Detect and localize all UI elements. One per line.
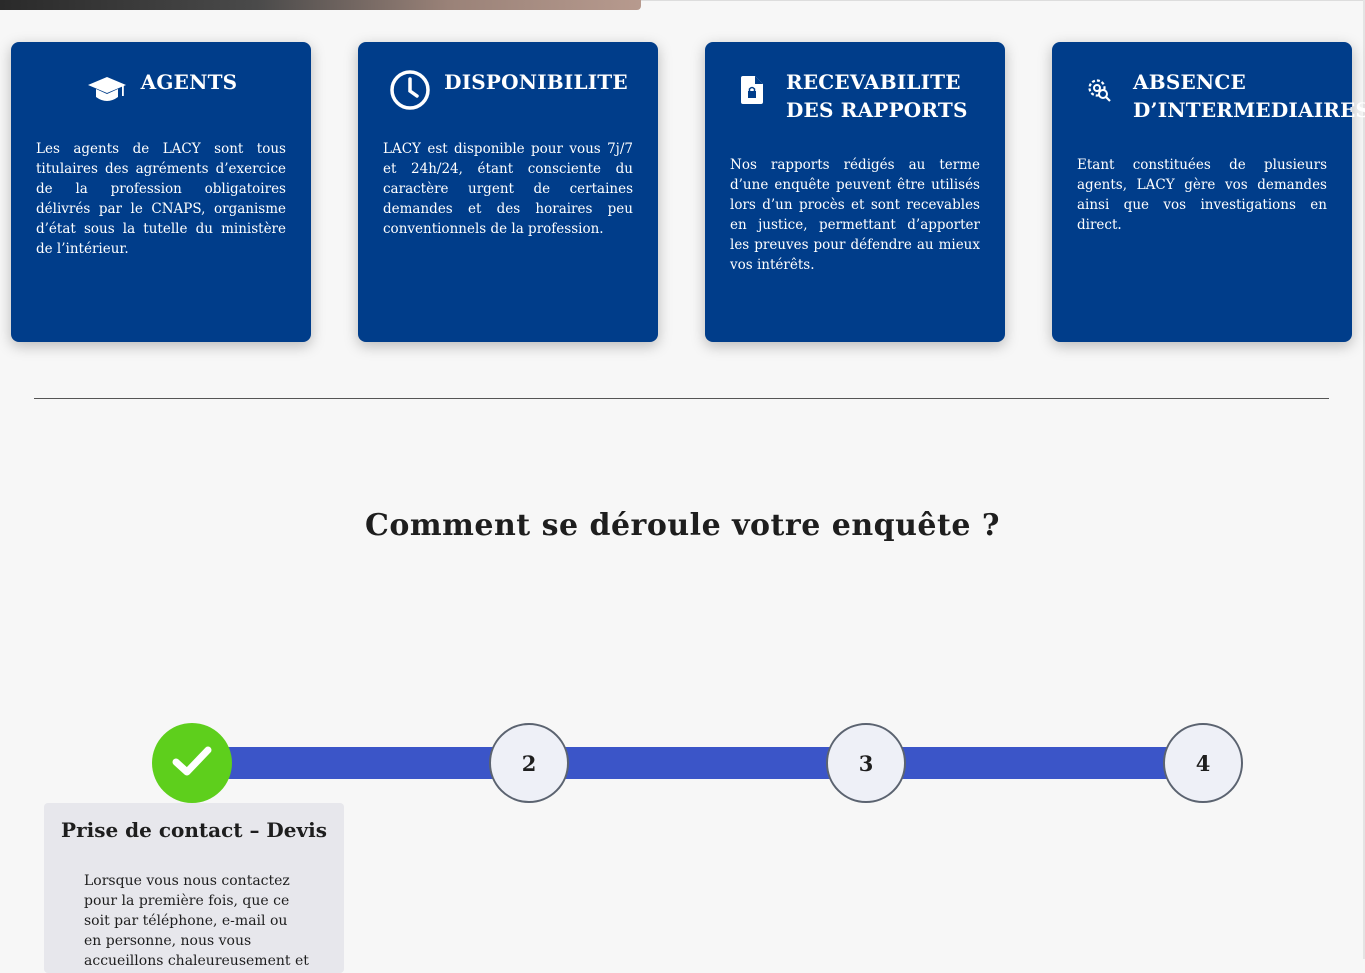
card-title: ABSENCE D’INTERMEDIAIRES xyxy=(1133,70,1365,122)
step-detail-text: Lorsque vous nous contactez pour la prem… xyxy=(84,873,309,969)
feature-card-recevabilite: RECEVABILITE DES RAPPORTS Nos rapports r… xyxy=(705,42,1005,342)
card-text: LACY est disponible pour vous 7j/7 et 24… xyxy=(383,141,633,237)
section-divider xyxy=(34,398,1329,399)
file-lock-icon xyxy=(730,68,774,112)
feature-card-disponibilite: DISPONIBILITE LACY est disponible pour v… xyxy=(358,42,658,342)
top-border xyxy=(641,0,1365,1)
step-detail-title: Prise de contact – Devis xyxy=(61,818,327,842)
process-step-2[interactable]: 2 xyxy=(489,723,569,803)
card-text: Nos rapports rédigés au terme d’une enqu… xyxy=(730,157,980,273)
card-header: ABSENCE D’INTERMEDIAIRES xyxy=(1077,68,1365,124)
process-step-3[interactable]: 3 xyxy=(826,723,906,803)
card-title: RECEVABILITE DES RAPPORTS xyxy=(786,70,968,122)
step-number: 3 xyxy=(858,750,874,776)
card-title: DISPONIBILITE xyxy=(444,70,628,94)
gear-search-icon xyxy=(1077,68,1121,112)
process-track xyxy=(190,747,1200,779)
card-header: DISPONIBILITE xyxy=(358,68,658,112)
feature-card-agents: AGENTS Les agents de LACY sont tous titu… xyxy=(11,42,311,342)
clock-icon xyxy=(388,68,432,112)
process-step-1[interactable] xyxy=(152,723,232,803)
check-icon xyxy=(172,745,212,782)
hero-image-strip xyxy=(0,0,641,10)
step-number: 4 xyxy=(1195,750,1211,776)
graduation-cap-icon xyxy=(85,68,129,112)
feature-card-absence-intermediaires: ABSENCE D’INTERMEDIAIRES Etant constitué… xyxy=(1052,42,1365,342)
step-detail-panel: Prise de contact – Devis Lorsque vous no… xyxy=(44,803,344,973)
card-text: Les agents de LACY sont tous titulaires … xyxy=(36,141,286,257)
process-title: Comment se déroule votre enquête ? xyxy=(365,508,1000,543)
card-title: AGENTS xyxy=(140,70,238,94)
process-step-4[interactable]: 4 xyxy=(1163,723,1243,803)
step-number: 2 xyxy=(521,750,537,776)
card-header: RECEVABILITE DES RAPPORTS xyxy=(730,68,1005,124)
card-header: AGENTS xyxy=(11,68,311,112)
card-text: Etant constituées de plusieurs agents, L… xyxy=(1077,157,1327,233)
